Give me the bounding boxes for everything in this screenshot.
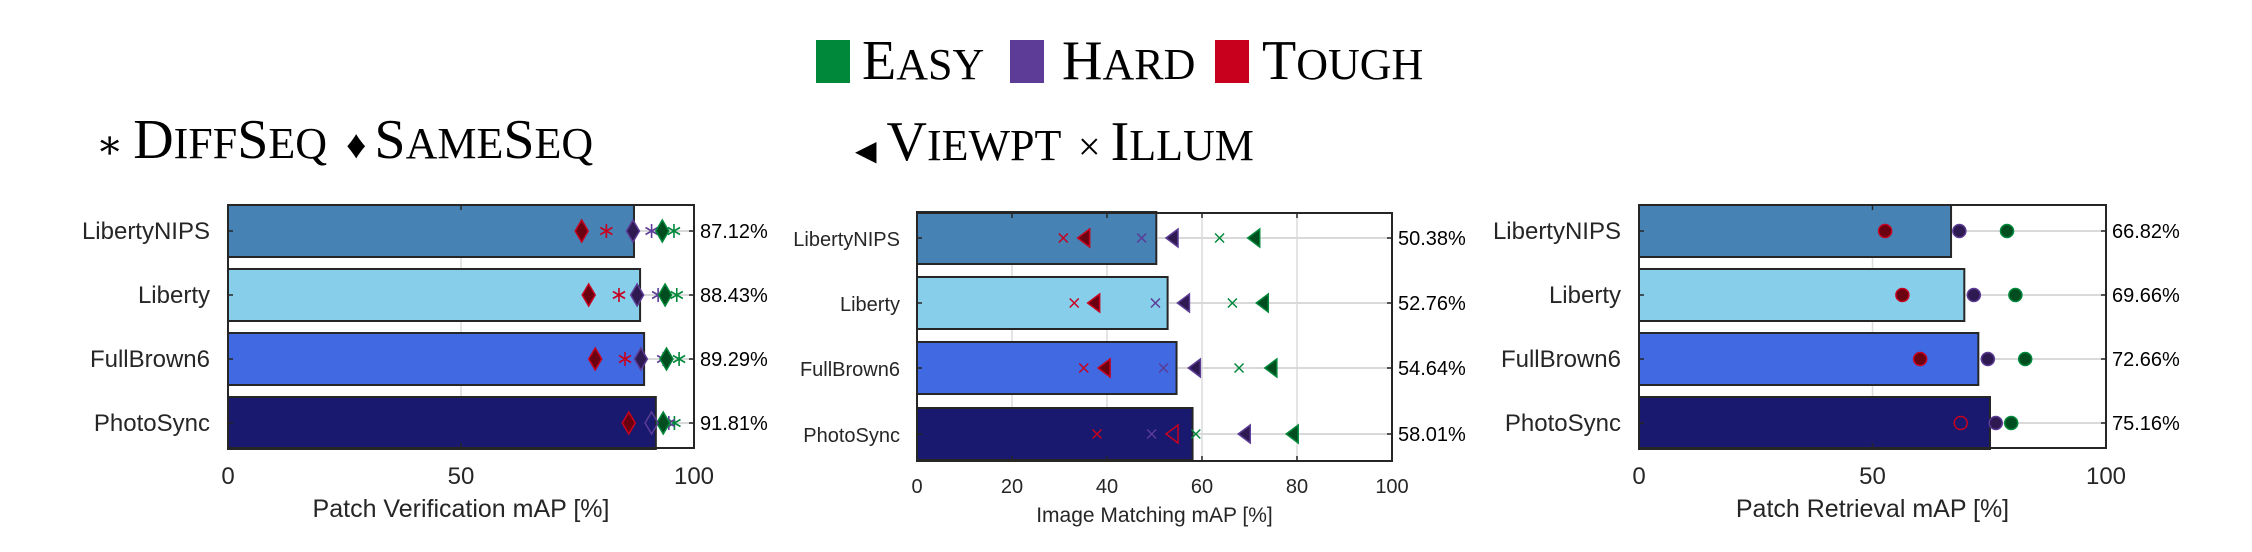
x-tick-label: 100: [1375, 476, 1408, 498]
easy-triangle-left-marker: [1255, 292, 1270, 314]
category-label: PhotoSync: [94, 410, 210, 437]
bar-fullbrown6: [1638, 332, 1980, 386]
bar-fullbrown6: [227, 332, 646, 386]
hard-triangle-left-marker: [1164, 227, 1179, 249]
image-matching-chart: LibertyNIPS Liberty FullBrown6 PhotoSync 50.…: [793, 211, 1466, 527]
legend-illum: × ILLUM: [1078, 111, 1254, 173]
x-tick-label: 40: [1096, 476, 1118, 498]
category-label: FullBrown6: [800, 359, 900, 381]
easy-circle-marker: [1999, 223, 2015, 239]
x-tick-label: 20: [1001, 476, 1023, 498]
x-tick-label: 0: [1632, 463, 1645, 490]
value-label: 75.16%: [2112, 413, 2180, 435]
patch-retrieval-chart: LibertyNIPS Liberty FullBrown6 PhotoSync 66.…: [1493, 204, 2180, 523]
star-icon: ∗: [96, 122, 123, 167]
category-label: PhotoSync: [803, 425, 900, 447]
tough-circle-marker: [1895, 287, 1910, 303]
category-label: Liberty: [1549, 282, 1621, 309]
bar-liberty: [1638, 268, 1966, 322]
category-label: LibertyNIPS: [82, 218, 210, 245]
bar-liberty: [916, 276, 1169, 330]
x-tick-label: 50: [448, 463, 475, 490]
easy-circle-marker: [2017, 351, 2033, 367]
category-label: FullBrown6: [90, 346, 210, 373]
category-label: Liberty: [138, 282, 210, 309]
hard-triangle-left-marker: [1187, 357, 1202, 379]
x-mark-icon: ×: [1078, 124, 1101, 169]
easy-triangle-left-marker: [1263, 357, 1278, 379]
diamond-icon: ♦: [346, 122, 366, 167]
legend-sameseq: ♦ SAMESEQ: [346, 109, 593, 171]
value-label: 66.82%: [2112, 221, 2180, 243]
easy-circle-marker: [2008, 287, 2023, 303]
tough-circle-marker: [1877, 223, 1893, 239]
figure: EASY HARD TOUGH ∗ DIFFSEQ ♦ SAMESEQ ◀ VIEWP…: [82, 30, 2180, 527]
hard-circle-marker: [1966, 287, 1982, 303]
category-label: FullBrown6: [1501, 346, 1621, 373]
x-tick-label: 0: [911, 476, 922, 498]
easy-diamond-marker: [657, 282, 673, 308]
triangle-left-icon: ◀: [855, 136, 877, 167]
bar-fullbrown6: [916, 341, 1178, 395]
x-tick-label: 100: [674, 463, 714, 490]
legend-label-easy: EASY: [862, 30, 984, 92]
marker-legend-sequence: ∗ DIFFSEQ ♦ SAMESEQ: [96, 109, 593, 171]
value-label: 52.76%: [1398, 293, 1466, 315]
category-label: LibertyNIPS: [793, 229, 900, 251]
easy-triangle-left-marker: [1246, 227, 1261, 249]
legend-swatch-hard: [1010, 40, 1044, 83]
category-label: PhotoSync: [1505, 410, 1621, 437]
x-axis-title: Image Matching mAP [%]: [1036, 504, 1273, 527]
x-axis-title: Patch Retrieval mAP [%]: [1736, 495, 2009, 523]
hard-circle-marker: [1952, 223, 1967, 239]
value-label: 58.01%: [1398, 424, 1466, 446]
legend-viewpt: ◀ VIEWPT: [855, 111, 1062, 173]
x-tick-label: 100: [2086, 463, 2126, 490]
x-tick-label: 0: [221, 463, 234, 490]
value-label: 91.81%: [700, 413, 768, 435]
bar-photosync: [1638, 396, 1991, 450]
value-label: 69.66%: [2112, 285, 2180, 307]
easy-circle-marker: [2003, 415, 2019, 431]
bar-liberty: [227, 268, 642, 322]
patch-verification-chart: LibertyNIPS Liberty FullBrown6 PhotoSync 87.…: [82, 204, 768, 523]
easy-triangle-left-marker: [1284, 423, 1299, 445]
x-tick-label: 80: [1286, 476, 1308, 498]
bar-photosync: [227, 396, 657, 450]
value-label: 50.38%: [1398, 228, 1466, 250]
value-label: 72.66%: [2112, 349, 2180, 371]
value-label: 87.12%: [700, 221, 768, 243]
difficulty-legend: EASY HARD TOUGH: [816, 30, 1423, 92]
value-label: 88.43%: [700, 285, 768, 307]
easy-diamond-marker: [654, 218, 670, 244]
easy-diamond-marker: [659, 346, 674, 372]
hard-circle-marker: [1988, 415, 2004, 431]
legend-diffseq: ∗ DIFFSEQ: [96, 109, 327, 171]
hard-triangle-left-marker: [1176, 292, 1191, 314]
tough-circle-marker: [1912, 351, 1928, 367]
category-label: LibertyNIPS: [1493, 218, 1621, 245]
value-label: 54.64%: [1398, 358, 1466, 380]
bar-libertynips: [916, 211, 1158, 265]
value-label: 89.29%: [700, 349, 768, 371]
legend-label-tough: TOUGH: [1262, 30, 1423, 92]
bar-libertynips: [227, 204, 635, 258]
x-axis-title: Patch Verification mAP [%]: [313, 495, 610, 523]
marker-legend-condition: ◀ VIEWPT × ILLUM: [855, 111, 1254, 173]
legend-swatch-easy: [816, 40, 850, 83]
category-label: Liberty: [840, 294, 900, 316]
legend-label-hard: HARD: [1062, 30, 1195, 92]
legend-swatch-tough: [1215, 40, 1249, 83]
x-tick-label: 50: [1859, 463, 1886, 490]
bar-libertynips: [1638, 204, 1953, 258]
hard-triangle-left-marker: [1236, 423, 1251, 445]
x-tick-label: 60: [1191, 476, 1213, 498]
hard-circle-marker: [1980, 351, 1996, 367]
